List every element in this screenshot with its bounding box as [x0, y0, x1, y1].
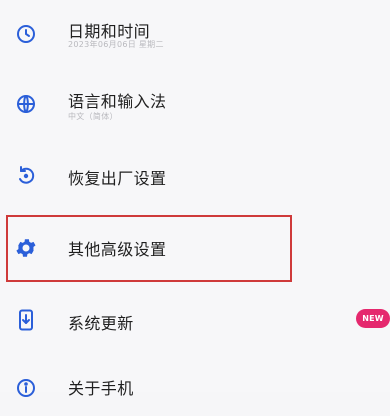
info-icon [14, 376, 38, 400]
settings-item-about-phone[interactable]: 关于手机 [0, 356, 390, 416]
settings-item-label: 语言和输入法 [68, 92, 167, 111]
settings-item-language-input[interactable]: 语言和输入法 中文（简体） [0, 78, 390, 138]
settings-item-label: 其他高级设置 [68, 240, 167, 259]
settings-item-date-time[interactable]: 日期和时间 2023年06月06日 星期二 [0, 8, 390, 68]
restore-icon [14, 164, 38, 188]
settings-item-system-update[interactable]: 系统更新 [0, 290, 390, 350]
settings-item-subtitle: 2023年06月06日 星期二 [68, 40, 164, 49]
gear-icon [14, 236, 38, 260]
settings-item-label: 关于手机 [68, 379, 134, 398]
settings-item-label: 恢复出厂设置 [68, 169, 167, 188]
settings-item-factory-reset[interactable]: 恢复出厂设置 [0, 146, 390, 206]
settings-list: 日期和时间 2023年06月06日 星期二 语言和输入法 中文（简体） 恢复出厂… [0, 0, 390, 398]
clock-icon [14, 22, 38, 46]
phone-update-icon [14, 308, 38, 332]
globe-icon [14, 92, 38, 116]
settings-item-advanced[interactable]: 其他高级设置 [0, 219, 390, 279]
settings-item-subtitle: 中文（简体） [68, 112, 118, 121]
new-badge: NEW [356, 309, 390, 328]
settings-item-label: 系统更新 [68, 314, 134, 333]
